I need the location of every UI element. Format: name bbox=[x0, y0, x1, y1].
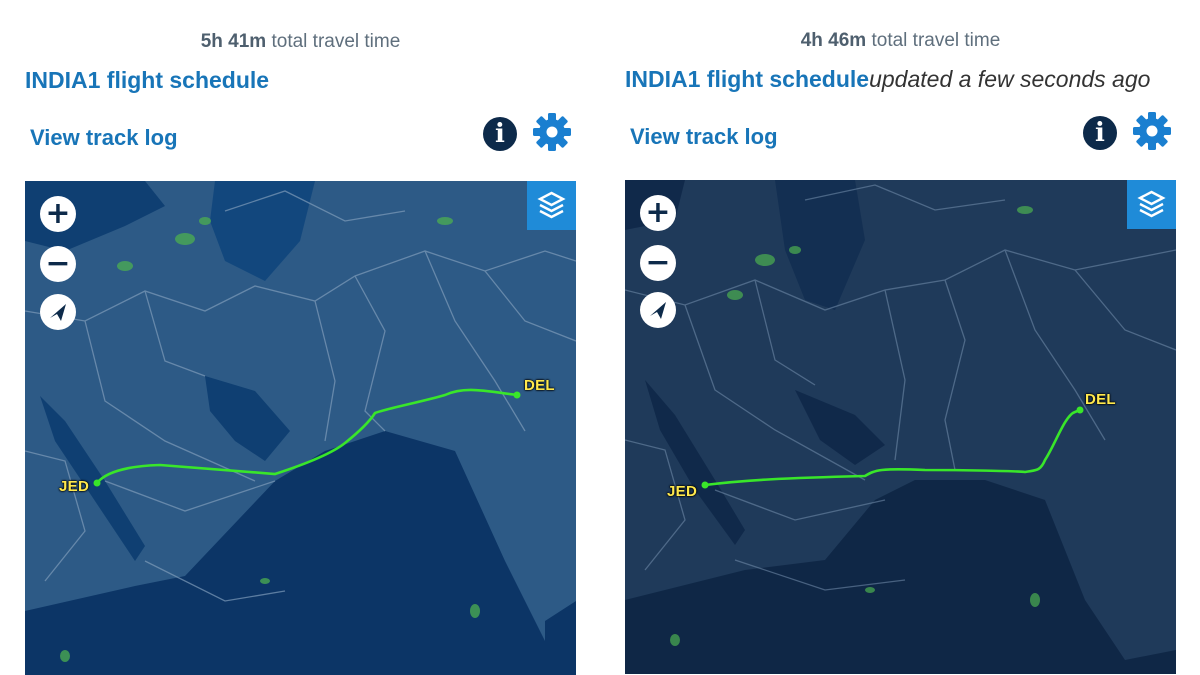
info-icon[interactable]: i bbox=[1083, 116, 1117, 150]
zoom-in-icon: + bbox=[645, 195, 671, 230]
compass-icon bbox=[50, 304, 66, 321]
gear-icon[interactable] bbox=[531, 111, 573, 153]
zoom-in-button[interactable]: + bbox=[640, 195, 676, 231]
map-canvas[interactable] bbox=[625, 180, 1176, 674]
compass-button[interactable] bbox=[40, 294, 76, 330]
travel-suffix: total travel time bbox=[271, 31, 401, 52]
progress-rail bbox=[625, 0, 1176, 4]
travel-duration: 4h 46m bbox=[800, 30, 867, 51]
destination-point-icon bbox=[1076, 406, 1084, 414]
travel-time: 5h 41m total travel time bbox=[25, 31, 576, 53]
info-icon[interactable]: i bbox=[483, 117, 517, 151]
zoom-in-icon: + bbox=[45, 196, 71, 231]
gear-icon[interactable] bbox=[1131, 110, 1173, 152]
flight-panel-1: 5h 41m total travel time INDIA1 flight s… bbox=[25, 0, 576, 675]
zoom-out-icon: − bbox=[645, 245, 671, 280]
zoom-out-icon: − bbox=[45, 246, 71, 281]
compass-icon bbox=[650, 302, 666, 319]
zoom-out-button[interactable]: − bbox=[40, 246, 76, 282]
flight-map[interactable]: JED DEL + − bbox=[25, 181, 576, 675]
schedule-title-row: INDIA1 flight schedule bbox=[25, 67, 269, 94]
origin-airport-label: JED bbox=[59, 478, 90, 495]
progress-rail bbox=[25, 0, 576, 4]
travel-duration: 5h 41m bbox=[200, 31, 267, 52]
flight-panel-2: 4h 46m total travel time INDIA1 flight s… bbox=[625, 0, 1176, 675]
updated-status: updated a few seconds ago bbox=[869, 66, 1151, 92]
destination-airport-label: DEL bbox=[524, 377, 555, 394]
compass-button[interactable] bbox=[640, 292, 676, 328]
origin-airport-label: JED bbox=[667, 483, 698, 500]
flight-map[interactable]: JED DEL + − bbox=[625, 180, 1176, 674]
view-track-log-link[interactable]: View track log bbox=[30, 125, 178, 151]
origin-point-icon bbox=[701, 481, 709, 489]
view-track-log-link[interactable]: View track log bbox=[630, 124, 778, 150]
layers-icon bbox=[537, 191, 566, 219]
schedule-title-row: INDIA1 flight scheduleupdated a few seco… bbox=[625, 66, 1150, 93]
zoom-in-button[interactable]: + bbox=[40, 196, 76, 232]
destination-airport-label: DEL bbox=[1085, 391, 1116, 408]
schedule-link[interactable]: INDIA1 flight schedule bbox=[25, 67, 269, 93]
travel-suffix: total travel time bbox=[871, 30, 1001, 51]
zoom-out-button[interactable]: − bbox=[640, 245, 676, 281]
destination-point-icon bbox=[513, 391, 521, 399]
schedule-link[interactable]: INDIA1 flight schedule bbox=[625, 66, 869, 92]
travel-time: 4h 46m total travel time bbox=[625, 30, 1176, 52]
origin-point-icon bbox=[93, 479, 101, 487]
layers-button[interactable] bbox=[1127, 180, 1176, 229]
map-canvas[interactable] bbox=[25, 181, 576, 675]
layers-button[interactable] bbox=[527, 181, 576, 230]
layers-icon bbox=[1137, 190, 1166, 218]
